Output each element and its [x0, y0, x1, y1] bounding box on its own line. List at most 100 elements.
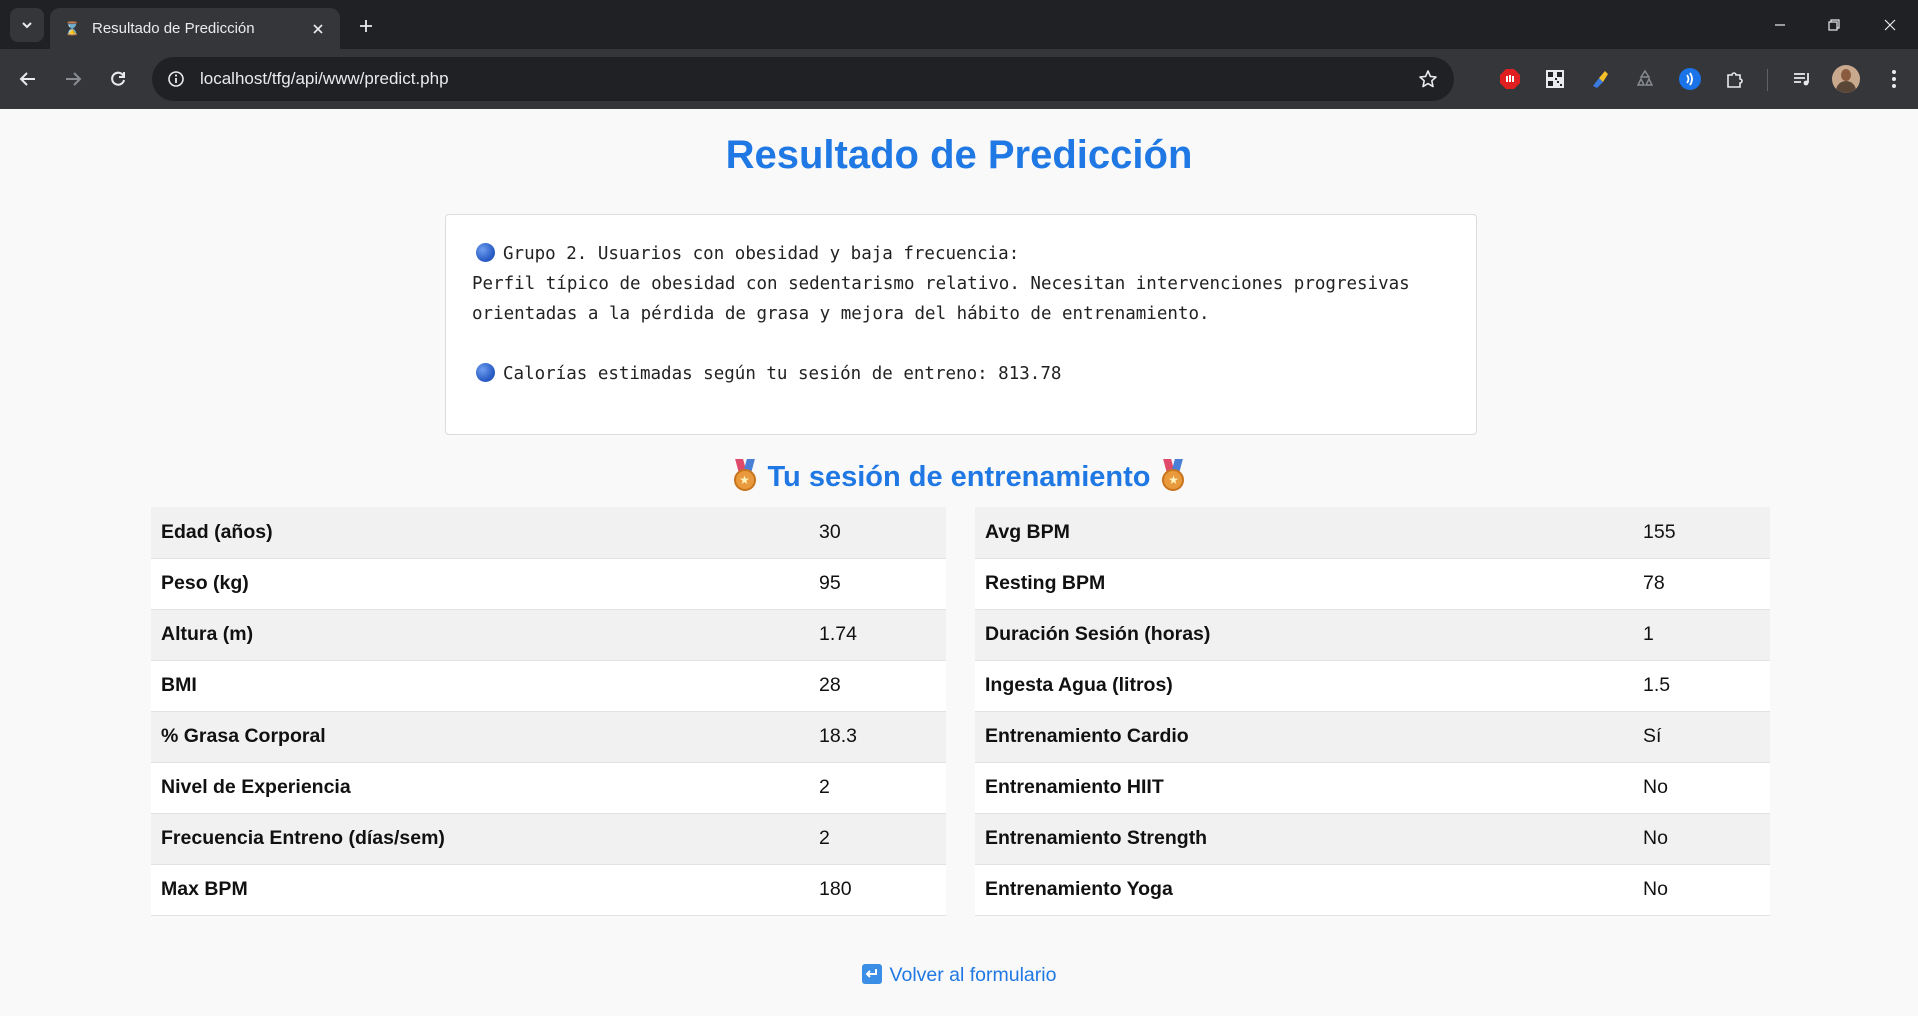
reload-icon	[111, 71, 125, 86]
table-row: % Grasa Corporal 18.3	[151, 711, 946, 763]
table-row: Max BPM 180	[151, 864, 946, 916]
row-value: 1.5	[1643, 660, 1770, 712]
table-row: Peso (kg) 95	[151, 558, 946, 610]
row-value: 28	[819, 660, 946, 712]
medal-icon: ★	[732, 459, 758, 491]
close-window-button[interactable]	[1862, 0, 1918, 49]
forward-button[interactable]	[55, 61, 91, 97]
tab-search-button[interactable]	[10, 8, 44, 42]
audio-extension-icon[interactable]	[1672, 61, 1708, 97]
blue-circle-icon	[476, 243, 495, 262]
minimize-icon	[1775, 23, 1785, 26]
row-value: 1.74	[819, 609, 946, 661]
row-label: Entrenamiento HIIT	[975, 762, 1643, 814]
recycle-extension-icon[interactable]	[1627, 61, 1663, 97]
plus-icon	[360, 20, 372, 32]
row-value: Sí	[1643, 711, 1770, 763]
section-title: ★ Tu sesión de entrenamiento ★	[0, 459, 1918, 494]
address-bar[interactable]: localhost/tfg/api/www/predict.php	[152, 57, 1454, 101]
table-row: Avg BPM 155	[975, 507, 1770, 559]
prediction-result-box: Grupo 2. Usuarios con obesidad y baja fr…	[445, 214, 1477, 435]
toolbar-separator	[1767, 69, 1768, 91]
table-row: Entrenamiento HIIT No	[975, 762, 1770, 814]
row-label: Altura (m)	[151, 609, 819, 661]
close-icon	[1884, 19, 1896, 30]
restore-icon	[1828, 18, 1840, 31]
row-label: Frecuencia Entreno (días/sem)	[151, 813, 819, 865]
table-row: BMI 28	[151, 660, 946, 712]
restore-button[interactable]	[1806, 0, 1862, 49]
row-value: 2	[819, 813, 946, 865]
hourglass-icon: ⌛	[64, 20, 81, 36]
table-row: Entrenamiento Cardio Sí	[975, 711, 1770, 763]
calories-line: Calorías estimadas según tu sesión de en…	[472, 359, 1450, 389]
row-value: 180	[819, 864, 946, 916]
back-button[interactable]	[10, 61, 46, 97]
back-link-text[interactable]: Volver al formulario	[890, 964, 1057, 986]
site-info-icon[interactable]	[158, 61, 194, 97]
url-text[interactable]: localhost/tfg/api/www/predict.php	[200, 69, 1410, 89]
qr-code-extension-icon[interactable]	[1537, 61, 1573, 97]
row-value: No	[1643, 864, 1770, 916]
row-label: Max BPM	[151, 864, 819, 916]
table-row: Frecuencia Entreno (días/sem) 2	[151, 813, 946, 865]
close-icon	[313, 23, 323, 34]
arrow-left-icon	[19, 72, 35, 86]
chevron-down-icon	[22, 22, 32, 29]
row-label: Peso (kg)	[151, 558, 819, 610]
row-value: No	[1643, 813, 1770, 865]
browser-toolbar: localhost/tfg/api/www/predict.php	[0, 49, 1918, 109]
row-value: 2	[819, 762, 946, 814]
cleaner-extension-icon[interactable]	[1582, 61, 1618, 97]
tab-title: Resultado de Predicción	[92, 20, 255, 37]
row-label: % Grasa Corporal	[151, 711, 819, 763]
row-label: BMI	[151, 660, 819, 712]
group-text: Grupo 2. Usuarios con obesidad y baja fr…	[503, 244, 1020, 264]
new-tab-button[interactable]	[352, 12, 380, 40]
close-tab-button[interactable]	[308, 19, 328, 39]
table-row: Entrenamiento Yoga No	[975, 864, 1770, 916]
media-controls-icon[interactable]	[1784, 61, 1820, 97]
table-row: Edad (años) 30	[151, 507, 946, 559]
description-line-1: Perfil típico de obesidad con sedentaris…	[472, 274, 1410, 294]
page-title: Resultado de Predicción	[725, 133, 1193, 177]
browser-menu-button[interactable]	[1876, 61, 1912, 97]
table-row: Resting BPM 78	[975, 558, 1770, 610]
row-label: Edad (años)	[151, 507, 819, 559]
browser-tab[interactable]: ⌛ Resultado de Predicción	[50, 8, 340, 49]
return-arrow-icon	[861, 964, 882, 984]
session-table-right: Avg BPM 155 Resting BPM 78 Duración Sesión (…	[975, 507, 1770, 916]
blue-circle-icon	[476, 363, 495, 382]
section-title-text: Tu sesión de entrenamiento	[767, 461, 1151, 493]
session-table-left: Edad (años) 30 Peso (kg) 95 Altura (m) 1.74 BM…	[151, 507, 946, 916]
back-to-form-link[interactable]: Volver al formulario	[0, 964, 1918, 987]
description-line-2: orientadas a la pérdida de grasa y mejor…	[472, 304, 1210, 324]
page-content: Resultado de Predicción Grupo 2. Usuario…	[0, 109, 1918, 1016]
table-row: Ingesta Agua (litros) 1.5	[975, 660, 1770, 712]
medal-icon: ★	[1160, 459, 1186, 491]
extensions-puzzle-icon[interactable]	[1717, 61, 1753, 97]
arrow-right-icon	[66, 72, 82, 86]
row-value: No	[1643, 762, 1770, 814]
row-value: 1	[1643, 609, 1770, 661]
row-label: Resting BPM	[975, 558, 1643, 610]
group-line: Grupo 2. Usuarios con obesidad y baja fr…	[472, 239, 1450, 269]
row-label: Entrenamiento Strength	[975, 813, 1643, 865]
row-label: Entrenamiento Cardio	[975, 711, 1643, 763]
table-row: Nivel de Experiencia 2	[151, 762, 946, 814]
row-label: Avg BPM	[975, 507, 1643, 559]
browser-titlebar: ⌛ Resultado de Predicción	[0, 0, 1918, 49]
row-label: Entrenamiento Yoga	[975, 864, 1643, 916]
minimize-button[interactable]	[1752, 0, 1808, 49]
adblock-extension-icon[interactable]	[1492, 61, 1528, 97]
reload-button[interactable]	[100, 61, 136, 97]
profile-avatar[interactable]	[1832, 65, 1860, 93]
row-value: 30	[819, 507, 946, 559]
table-row: Duración Sesión (horas) 1	[975, 609, 1770, 661]
table-row: Altura (m) 1.74	[151, 609, 946, 661]
row-value: 155	[1643, 507, 1770, 559]
bookmark-star-icon[interactable]	[1410, 61, 1446, 97]
table-row: Entrenamiento Strength No	[975, 813, 1770, 865]
row-label: Ingesta Agua (litros)	[975, 660, 1643, 712]
calories-text: Calorías estimadas según tu sesión de en…	[503, 364, 1062, 384]
